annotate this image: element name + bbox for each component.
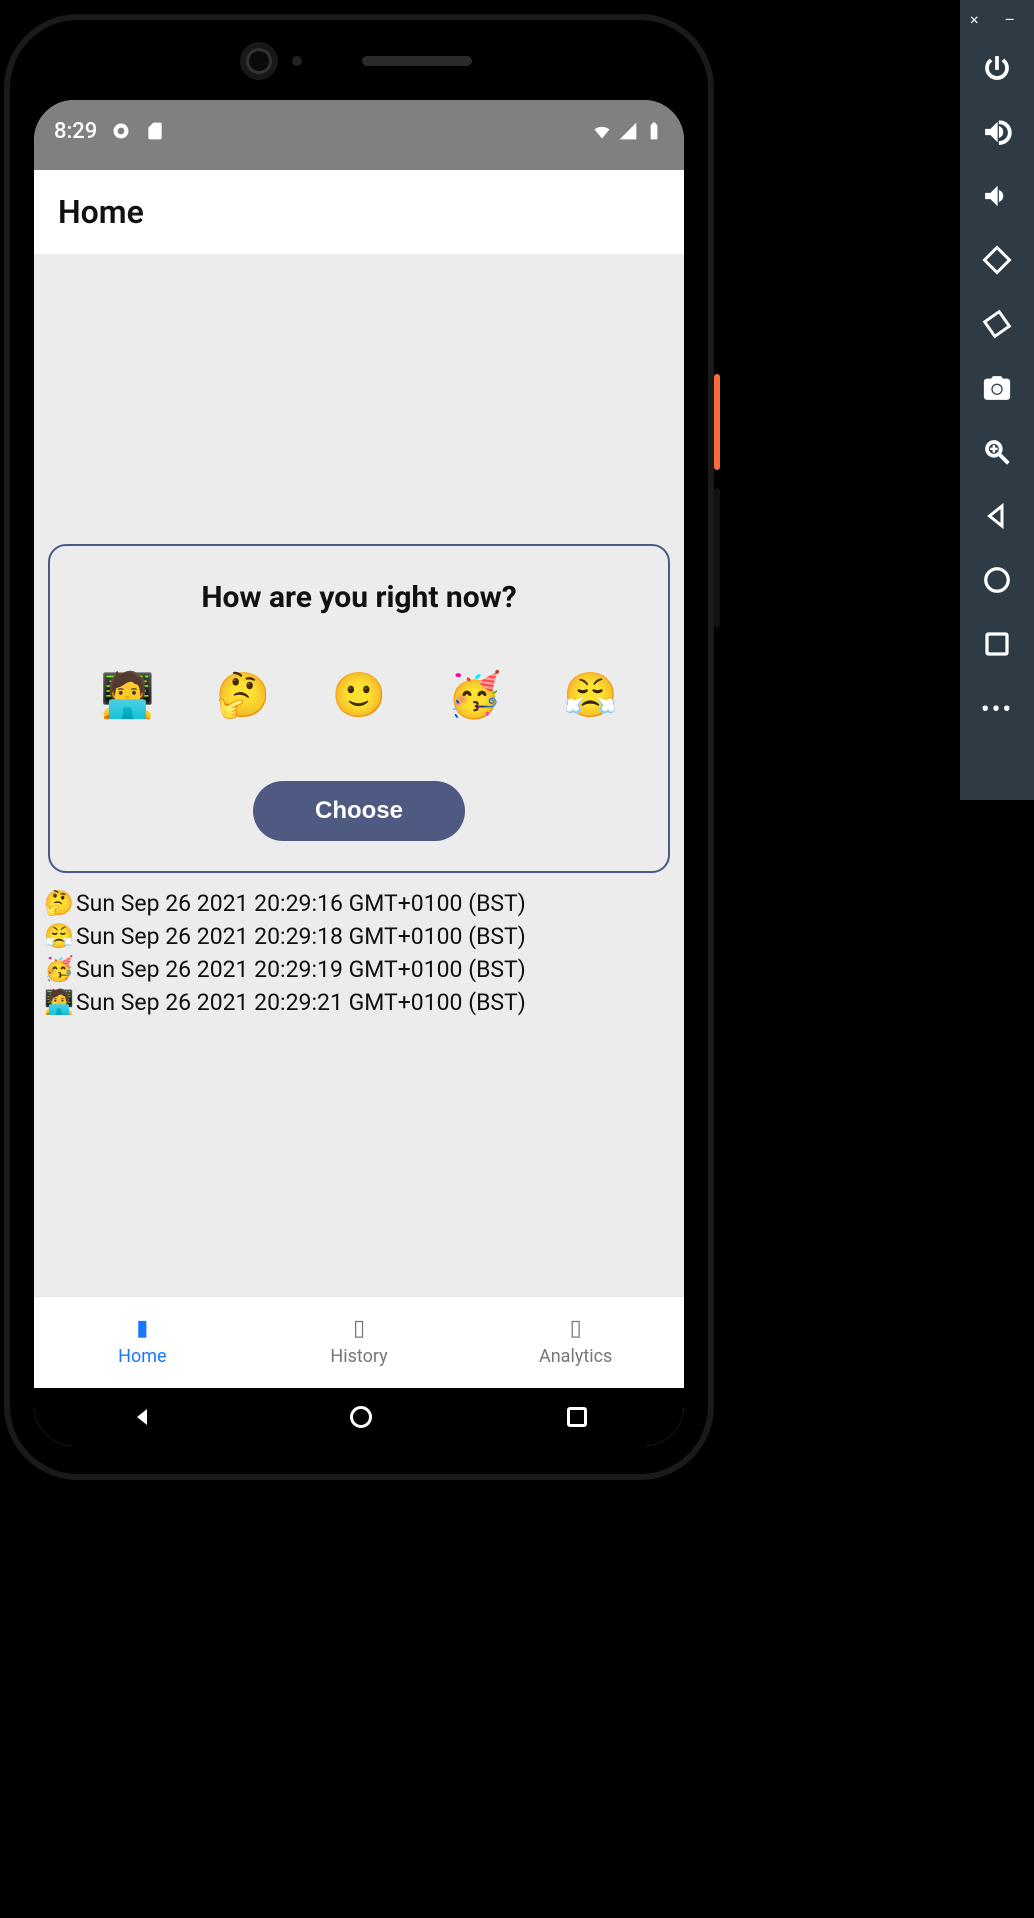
emoji-option-smile[interactable]: 🙂	[332, 669, 387, 721]
zoom-icon[interactable]	[982, 437, 1012, 467]
emu-minimize-button[interactable]: –	[1005, 10, 1016, 29]
device-frame: 8:29 Home	[4, 14, 714, 1480]
log-text: Sun Sep 26 2021 20:29:21 GMT+0100 (BST)	[76, 987, 526, 1019]
device-power-button[interactable]	[714, 374, 720, 470]
tab-home-icon: ▮	[136, 1318, 148, 1340]
emoji-option-working[interactable]: 🧑‍💻	[100, 669, 155, 721]
tab-history-icon: ▯	[353, 1318, 365, 1340]
choose-button[interactable]: Choose	[253, 781, 465, 841]
emu-more-icon[interactable]: •••	[981, 695, 1013, 725]
log-emoji: 🧑‍💻	[44, 986, 72, 1019]
status-bar: 8:29	[34, 100, 684, 170]
overview-icon[interactable]	[982, 629, 1012, 659]
log-item: 🧑‍💻 Sun Sep 26 2021 20:29:21 GMT+0100 (B…	[44, 986, 674, 1019]
log-item: 😤 Sun Sep 26 2021 20:29:18 GMT+0100 (BST…	[44, 920, 674, 953]
screen: 8:29 Home	[34, 100, 684, 1446]
log-emoji: 🤔	[44, 887, 72, 920]
emoji-row: 🧑‍💻 🤔 🙂 🥳 😤	[100, 669, 618, 721]
log-text: Sun Sep 26 2021 20:29:16 GMT+0100 (BST)	[76, 888, 526, 920]
device-sensor	[292, 56, 302, 66]
battery-icon	[644, 121, 664, 141]
volume-up-icon[interactable]	[982, 117, 1012, 147]
back-icon[interactable]	[982, 501, 1012, 531]
nav-back-icon[interactable]	[131, 1405, 155, 1429]
tab-label: Home	[118, 1346, 166, 1367]
nav-home-icon[interactable]	[350, 1406, 372, 1428]
log-emoji: 😤	[44, 920, 72, 953]
sd-card-icon	[145, 121, 165, 141]
rotate-left-icon[interactable]	[982, 245, 1012, 275]
android-nav-bar	[34, 1388, 684, 1446]
tab-label: History	[330, 1346, 387, 1367]
device-volume-button[interactable]	[714, 488, 720, 628]
volume-down-icon[interactable]	[982, 181, 1012, 211]
log-text: Sun Sep 26 2021 20:29:18 GMT+0100 (BST)	[76, 921, 526, 953]
signal-icon	[618, 121, 638, 141]
power-icon[interactable]	[982, 53, 1012, 83]
emoji-option-thinking[interactable]: 🤔	[216, 669, 271, 721]
status-time: 8:29	[54, 119, 97, 144]
tab-home[interactable]: ▮ Home	[34, 1297, 251, 1388]
nav-overview-icon[interactable]	[567, 1407, 587, 1427]
log-emoji: 🥳	[44, 953, 72, 986]
content-area[interactable]: How are you right now? 🧑‍💻 🤔 🙂 🥳 😤 Choos…	[34, 254, 684, 1296]
device-camera	[246, 48, 272, 74]
emu-close-button[interactable]: ×	[970, 10, 979, 29]
home-icon[interactable]	[982, 565, 1012, 595]
emoji-option-triumph[interactable]: 😤	[563, 669, 618, 721]
page-title: Home	[58, 193, 144, 231]
emoji-option-party[interactable]: 🥳	[447, 669, 502, 721]
tab-history[interactable]: ▯ History	[251, 1297, 468, 1388]
tab-analytics[interactable]: ▯ Analytics	[467, 1297, 684, 1388]
bottom-tabs: ▮ Home ▯ History ▯ Analytics	[34, 1296, 684, 1388]
tab-label: Analytics	[539, 1346, 612, 1367]
app-bar: Home	[34, 170, 684, 254]
camera-icon[interactable]	[982, 373, 1012, 403]
log-list: 🤔 Sun Sep 26 2021 20:29:16 GMT+0100 (BST…	[44, 887, 674, 1019]
rotate-right-icon[interactable]	[982, 309, 1012, 339]
notification-icon	[111, 121, 131, 141]
tab-analytics-icon: ▯	[570, 1318, 582, 1340]
log-item: 🤔 Sun Sep 26 2021 20:29:16 GMT+0100 (BST…	[44, 887, 674, 920]
mood-card: How are you right now? 🧑‍💻 🤔 🙂 🥳 😤 Choos…	[48, 544, 670, 873]
device-speaker	[362, 56, 472, 66]
emulator-toolbar: × – •••	[960, 0, 1034, 800]
log-item: 🥳 Sun Sep 26 2021 20:29:19 GMT+0100 (BST…	[44, 953, 674, 986]
card-title: How are you right now?	[74, 580, 644, 615]
log-text: Sun Sep 26 2021 20:29:19 GMT+0100 (BST)	[76, 954, 526, 986]
wifi-icon	[592, 121, 612, 141]
